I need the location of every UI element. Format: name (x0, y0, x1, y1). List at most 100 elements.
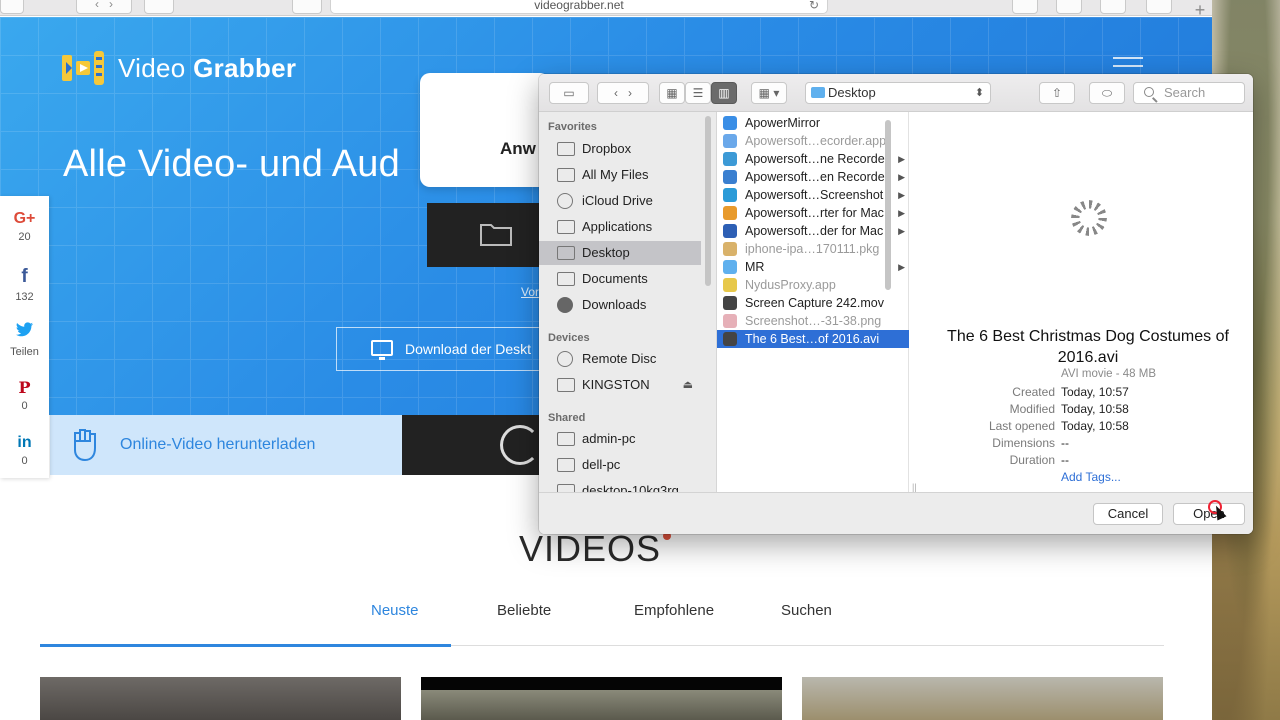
sidebar-item-remote-disc[interactable]: Remote Disc (539, 347, 701, 371)
sidebar-item-all-my-files[interactable]: All My Files (539, 163, 701, 187)
tab-beliebte[interactable]: Beliebte (497, 602, 551, 619)
app-card[interactable]: Anw (420, 73, 550, 187)
column-view-icon[interactable]: ▥ (711, 82, 737, 104)
sidebar-item-admin-pc[interactable]: admin-pc (539, 427, 701, 451)
hamburger-menu-icon[interactable] (1113, 57, 1143, 73)
file-name: MR (745, 260, 765, 274)
file-name: Screenshot…-31-38.png (745, 314, 882, 328)
eject-icon[interactable]: ⏏ (683, 373, 693, 397)
download-desktop-label: Download der Deskt (405, 341, 532, 357)
location-dropdown[interactable]: Desktop ⬍ (805, 82, 991, 104)
column-resize-handle[interactable]: || (912, 482, 917, 492)
file-row[interactable]: Screen Capture 242.mov (717, 294, 909, 312)
file-row[interactable]: Apowersoft…ne Recorder ▶ (717, 150, 909, 168)
convert-banner[interactable] (402, 415, 542, 475)
preview-value-last-opened: Today, 10:58 (1061, 419, 1129, 433)
sidebar-item-desktop[interactable]: Desktop (539, 241, 701, 265)
pinterest-icon: P (18, 378, 31, 397)
info-link[interactable]: Vor (521, 285, 539, 299)
history-icon[interactable] (1056, 0, 1082, 14)
folder-icon (811, 87, 825, 98)
share-pinterest[interactable]: P 0 (0, 370, 49, 426)
sidebar-item-dell-pc[interactable]: dell-pc (539, 453, 701, 477)
file-preview-pane: The 6 Best Christmas Dog Costumes of 201… (923, 112, 1253, 492)
file-icon (723, 278, 737, 292)
back-forward-icon[interactable]: ‹ › (597, 82, 649, 104)
share-icon[interactable]: ⇧ (1039, 82, 1075, 104)
file-name: Apowersoft…ecorder.app (745, 134, 887, 148)
video-thumbnail[interactable] (40, 677, 401, 720)
file-name: iphone-ipa…170111.pkg (745, 242, 880, 256)
chevron-right-icon: ▶ (898, 172, 905, 182)
download-icon[interactable] (1012, 0, 1038, 14)
sidebar-item-kingston[interactable]: KINGSTON ⏏ (539, 373, 701, 397)
reload-icon[interactable]: ↻ (809, 0, 819, 15)
preview-label-modified: Modified (1009, 402, 1055, 416)
preview-value-created: Today, 10:57 (1061, 385, 1129, 399)
preview-subtitle: AVI movie - 48 MB (1061, 368, 1157, 380)
arrange-menu-icon[interactable]: ▦ ▾ (751, 82, 787, 104)
preview-value-duration: -- (1061, 453, 1069, 467)
video-thumbnail[interactable] (421, 677, 782, 720)
window-controls[interactable] (0, 0, 24, 14)
file-icon (723, 242, 737, 256)
file-row[interactable]: MR ▶ (717, 258, 909, 276)
dropbox-folder-icon (557, 142, 575, 156)
tab-neuste[interactable]: Neuste (371, 602, 419, 619)
online-download-banner[interactable]: Online-Video herunterladen (50, 415, 402, 475)
file-row[interactable]: Screenshot…-31-38.png (717, 312, 909, 330)
twitter-icon (0, 322, 49, 343)
chevron-right-icon: ▶ (898, 262, 905, 272)
share-count: Teilen (10, 346, 39, 358)
file-row[interactable]: ApowerMirror (717, 114, 909, 132)
file-row[interactable]: Apowersoft…ecorder.app (717, 132, 909, 150)
sidebar-item-desktop-pc[interactable]: desktop-10kg3rg (539, 479, 701, 492)
icon-view-icon[interactable]: ▦ (659, 82, 685, 104)
file-row[interactable]: The 6 Best…of 2016.avi (717, 330, 909, 348)
sidebar-toggle-button[interactable] (144, 0, 174, 14)
file-row[interactable]: iphone-ipa…170111.pkg (717, 240, 909, 258)
sidebar-item-icloud-drive[interactable]: iCloud Drive (539, 189, 701, 213)
file-row[interactable]: Apowersoft…rter for Mac ▶ (717, 204, 909, 222)
preview-label-dimensions: Dimensions (992, 436, 1055, 450)
preview-label-duration: Duration (1009, 453, 1055, 467)
address-bar[interactable]: videograbber.net ↻ (330, 0, 828, 14)
back-forward-buttons[interactable]: ‹ › (76, 0, 132, 14)
folder-icon (723, 206, 737, 220)
computer-icon (557, 484, 575, 492)
desktop-icon (557, 246, 575, 260)
sidebar-item-dropbox[interactable]: Dropbox (539, 137, 701, 161)
tab-suchen[interactable]: Suchen (781, 602, 832, 619)
share-icon[interactable] (1100, 0, 1126, 14)
share-linkedin[interactable]: in 0 (0, 426, 49, 482)
open-file-dialog: ▭ ‹ › ▦ ☰ ▥ ▦ ▾ Desktop ⬍ ⇧ ⬭ Search Fav… (539, 74, 1253, 534)
sidebar-item-downloads[interactable]: Downloads (539, 293, 701, 317)
tab-empfohlene[interactable]: Empfohlene (634, 602, 714, 619)
file-row[interactable]: Apowersoft…en Recorder ▶ (717, 168, 909, 186)
search-input[interactable]: Search (1133, 82, 1245, 104)
file-column-scrollbar[interactable] (885, 120, 891, 290)
downloads-icon (557, 297, 573, 313)
browse-button[interactable] (427, 203, 552, 267)
shield-icon[interactable] (292, 0, 322, 14)
download-desktop-button[interactable]: Download der Deskt (336, 327, 552, 371)
sidebar-toggle-icon[interactable]: ▭ (549, 82, 589, 104)
sidebar-item-documents[interactable]: Documents (539, 267, 701, 291)
add-tags-link[interactable]: Add Tags... (1061, 470, 1121, 484)
tag-icon[interactable]: ⬭ (1089, 82, 1125, 104)
share-google-plus[interactable]: G+ 20 (0, 202, 49, 258)
file-row[interactable]: Apowersoft…der for Mac ▶ (717, 222, 909, 240)
file-name: Apowersoft…ne Recorder (745, 152, 889, 166)
file-row[interactable]: NydusProxy.app (717, 276, 909, 294)
file-row[interactable]: Apowersoft…Screenshot ▶ (717, 186, 909, 204)
list-view-icon[interactable]: ☰ (685, 82, 711, 104)
cancel-button[interactable]: Cancel (1093, 503, 1163, 525)
chevron-right-icon: ▶ (898, 208, 905, 218)
sidebar-scrollbar[interactable] (705, 116, 711, 286)
sidebar-item-applications[interactable]: Applications (539, 215, 701, 239)
share-twitter[interactable]: Teilen (0, 314, 49, 370)
tabs-overview-icon[interactable] (1146, 0, 1172, 14)
share-facebook[interactable]: f 132 (0, 258, 49, 314)
video-thumbnail[interactable] (802, 677, 1163, 720)
site-logo[interactable]: Video Grabber (60, 47, 296, 89)
